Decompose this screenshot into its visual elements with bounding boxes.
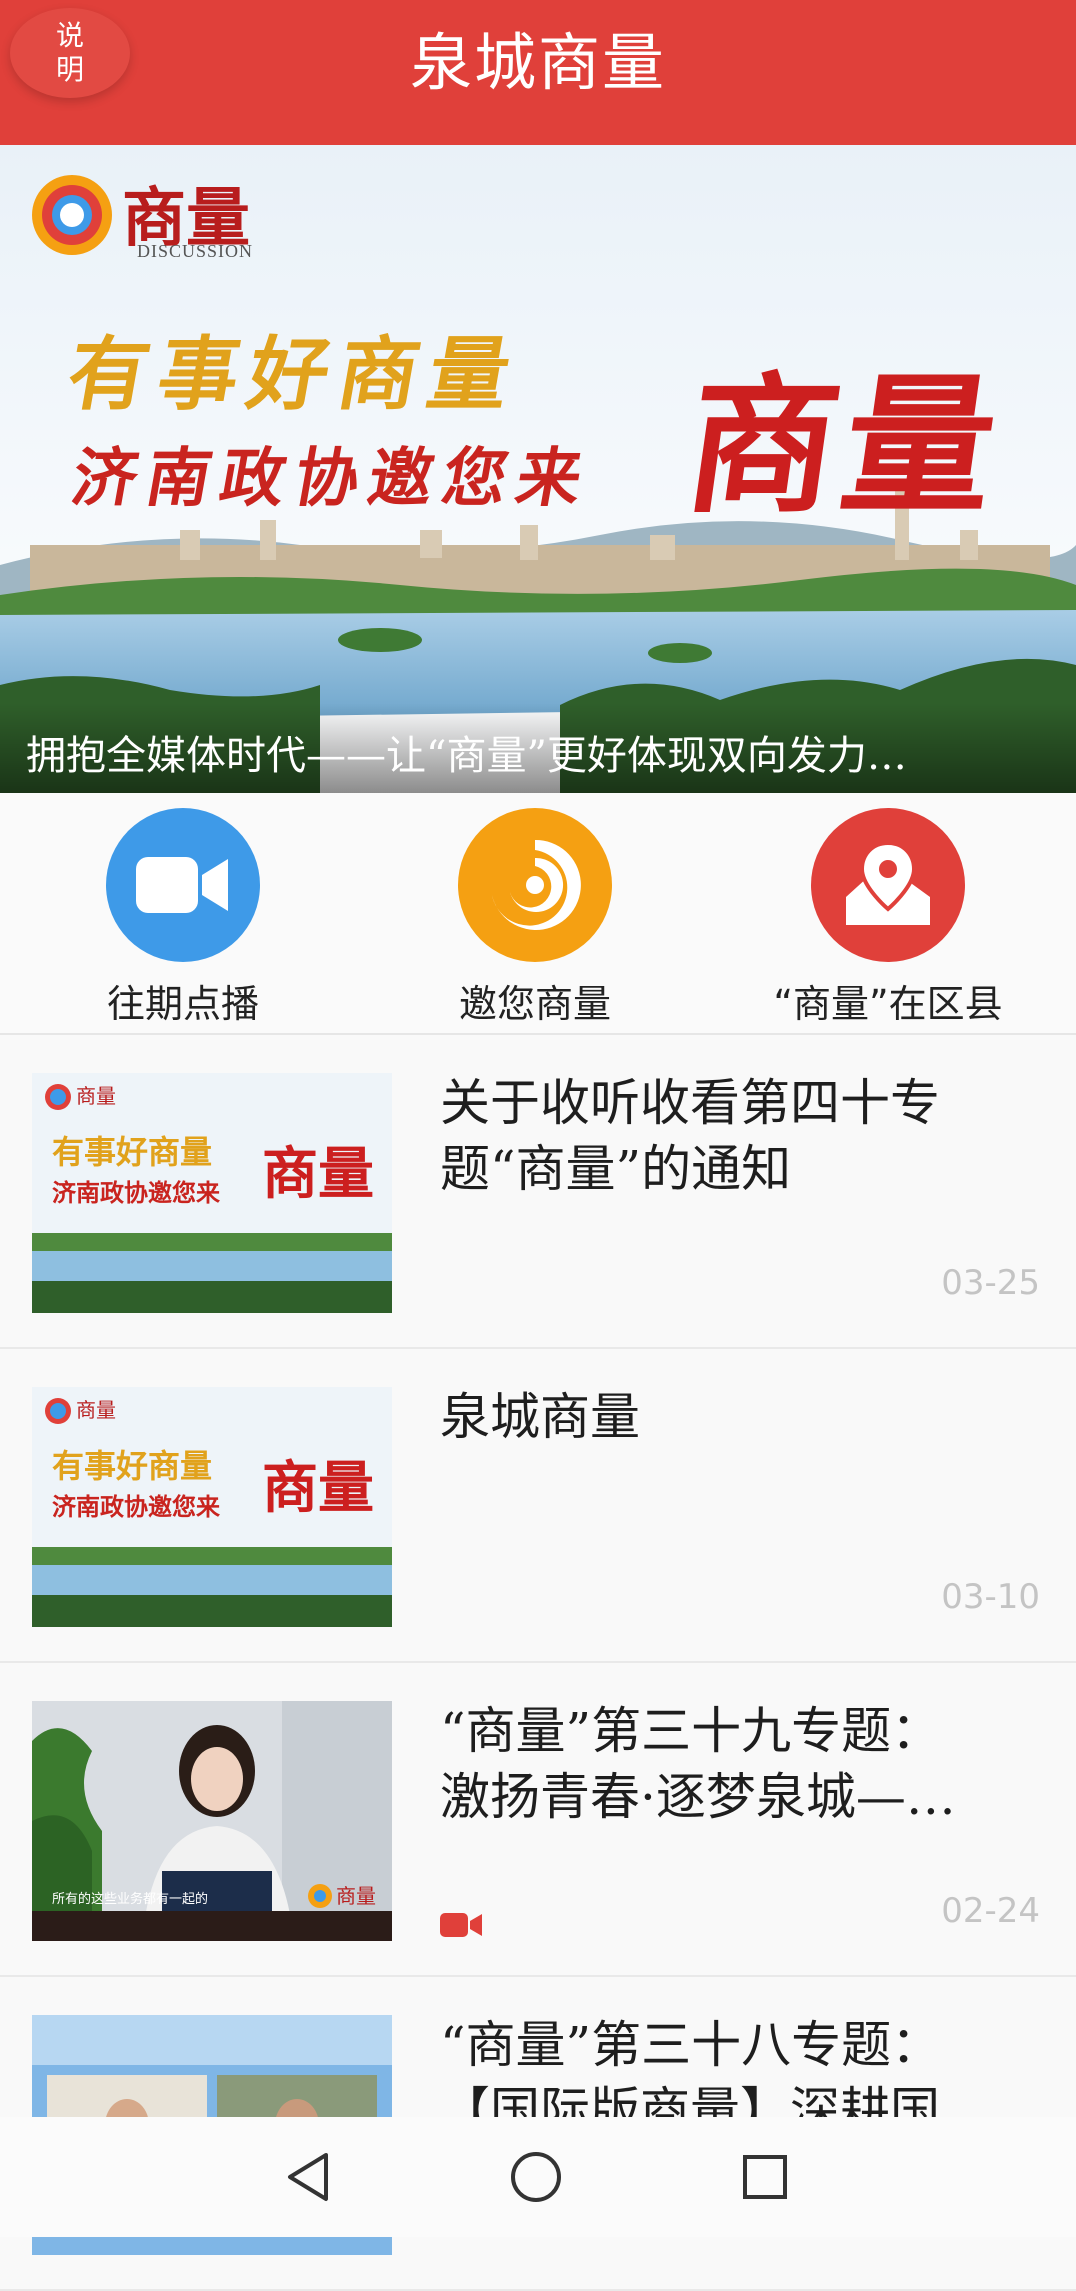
- video-camera-icon: [106, 808, 260, 962]
- svg-text:有事好商量: 有事好商量: [52, 1447, 212, 1485]
- list-item-title: 关于收听收看第四十专 题“商量”的通知: [440, 1070, 1040, 1202]
- quick-nav-label: 往期点播: [106, 982, 259, 1026]
- banner-slogan-big: 商量: [675, 358, 1013, 534]
- swirl-logo-icon: [458, 808, 612, 962]
- video-badge-icon: [440, 1911, 482, 1943]
- news-list: 商量 有事好商量 济南政协邀您来 商量 关于收听收看第四十专 题“商量”的通知 …: [0, 1035, 1076, 2291]
- back-nav-button[interactable]: [268, 2147, 348, 2207]
- quick-nav-districts[interactable]: “商量”在区县: [738, 808, 1038, 1026]
- banner-slogan-line2: 济南政协邀您来: [66, 441, 598, 516]
- list-item[interactable]: 所有的这些业务都有一起的 商量 “商量”第三十九专题： 激扬青春·逐梦泉城—… …: [0, 1663, 1076, 1977]
- svg-text:济南政协邀您来: 济南政协邀您来: [52, 1492, 221, 1521]
- list-thumbnail: 商量 有事好商量 济南政协邀您来 商量: [32, 1073, 392, 1313]
- list-item-title-line1: “商量”第三十八专题：: [440, 2016, 942, 2074]
- svg-text:有事好商量: 有事好商量: [52, 1133, 212, 1171]
- list-item-title-line1: 泉城商量: [440, 1388, 640, 1446]
- list-item-date: 03-10: [941, 1577, 1040, 1617]
- svg-text:商量: 商量: [262, 1141, 374, 1207]
- home-nav-button[interactable]: [496, 2147, 576, 2207]
- svg-text:商量: 商量: [76, 1084, 116, 1108]
- list-thumbnail: 所有的这些业务都有一起的 商量: [32, 1701, 392, 1941]
- svg-text:济南政协邀您来: 济南政协邀您来: [52, 1178, 221, 1207]
- list-thumbnail: 商量 有事好商量 济南政协邀您来 商量: [32, 1387, 392, 1627]
- recents-nav-button[interactable]: [725, 2147, 805, 2207]
- home-circle-icon: [511, 2152, 561, 2202]
- app-header: 说 明 泉城商量: [0, 0, 1076, 145]
- banner-slogan-line1: 有事好商量: [60, 327, 528, 421]
- list-item-title-line1: “商量”第三十九专题：: [440, 1702, 942, 1760]
- list-item[interactable]: 商量 有事好商量 济南政协邀您来 商量 关于收听收看第四十专 题“商量”的通知 …: [0, 1035, 1076, 1349]
- list-item-title-line2: 题“商量”的通知: [440, 1140, 792, 1198]
- banner-caption-bar: 拥抱全媒体时代——让“商量”更好体现双向发力…: [0, 703, 1076, 793]
- map-pin-icon: [811, 808, 965, 962]
- list-item-date: 03-25: [941, 1263, 1040, 1303]
- list-item[interactable]: 商量 有事好商量 济南政协邀您来 商量 泉城商量 03-10: [0, 1349, 1076, 1663]
- list-item-title: “商量”第三十九专题： 激扬青春·逐梦泉城—…: [440, 1698, 1040, 1830]
- page-title: 泉城商量: [409, 26, 666, 99]
- svg-text:商量: 商量: [76, 1398, 116, 1422]
- list-item-title: 泉城商量: [440, 1384, 1040, 1450]
- banner-caption[interactable]: 拥抱全媒体时代——让“商量”更好体现双向发力…: [26, 723, 1056, 781]
- quick-nav-invite[interactable]: 邀您商量: [385, 808, 685, 1026]
- thumb-logo-text: 商量: [336, 1884, 376, 1908]
- banner-carousel[interactable]: 商量 DISCUSSION 有事好商量 济南政协邀您来 商量 拥抱全媒体时代——…: [0, 145, 1076, 793]
- thumb-subtitle: 所有的这些业务都有一起的: [52, 1891, 208, 1907]
- list-item-title-line2: 激扬青春·逐梦泉城—…: [440, 1768, 956, 1826]
- recents-square-icon: [743, 2155, 787, 2199]
- quick-nav-label: 邀您商量: [458, 982, 611, 1026]
- svg-text:商量: 商量: [262, 1455, 374, 1521]
- back-triangle-icon: [288, 2153, 328, 2201]
- list-item-title-line1: 关于收听收看第四十专: [440, 1074, 940, 1132]
- quick-nav: 往期点播 邀您商量 “商量”在区县: [0, 793, 1076, 1035]
- quick-nav-label: “商量”在区县: [773, 982, 1003, 1026]
- banner-logo-sub: DISCUSSION: [137, 241, 254, 261]
- system-nav-bar: [0, 2117, 1076, 2237]
- list-item-date: 02-24: [941, 1891, 1040, 1931]
- quick-nav-replay[interactable]: 往期点播: [33, 808, 333, 1026]
